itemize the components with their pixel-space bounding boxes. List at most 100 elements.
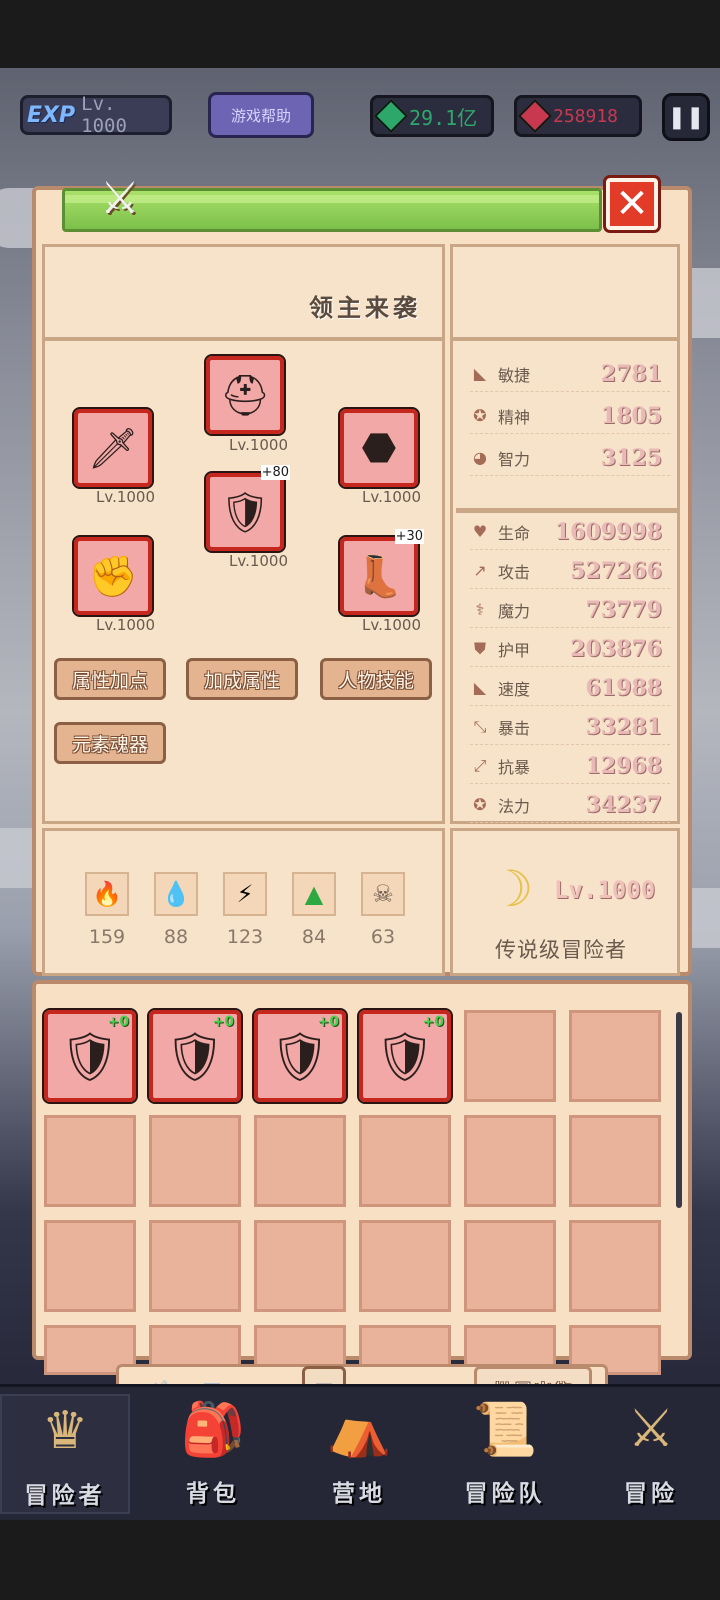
inventory-empty-slot[interactable]	[149, 1220, 241, 1312]
inventory-item[interactable]: 🛡 +0	[357, 1008, 453, 1104]
page-title: 领主来袭	[309, 294, 421, 322]
stat-row-hp: ♥ 生命 1609998	[470, 514, 670, 550]
item-enhance-level: +0	[422, 1014, 444, 1030]
exp-badge: EXP	[27, 102, 76, 128]
character-skills-button[interactable]: 人物技能	[320, 658, 432, 700]
adventurer-rank-icon: ☽	[488, 860, 534, 918]
fire-icon: 🔥	[85, 872, 129, 916]
stat-name: 暴击	[498, 718, 531, 738]
equip-slot-gloves[interactable]: ✊	[72, 535, 154, 617]
stat-name: 敏捷	[498, 365, 531, 385]
nav-backpack[interactable]: 🎒 背包	[148, 1394, 278, 1514]
inventory-empty-slot[interactable]	[569, 1010, 661, 1102]
backpack-icon: 🎒	[180, 1399, 246, 1460]
inventory-item[interactable]: 🛡 +0	[252, 1008, 348, 1104]
nav-label: 冒险者	[24, 1483, 106, 1509]
attribute-points-button[interactable]: 属性加点	[54, 658, 166, 700]
inventory-empty-slot[interactable]	[44, 1115, 136, 1207]
inventory-empty-slot[interactable]	[359, 1115, 451, 1207]
red-currency: 258918	[514, 95, 642, 137]
pause-button[interactable]: ❚❚	[662, 93, 710, 141]
inventory-empty-slot[interactable]	[254, 1220, 346, 1312]
inventory-item[interactable]: 🛡 +0	[147, 1008, 243, 1104]
inventory-empty-slot[interactable]	[464, 1220, 556, 1312]
inventory-empty-slot[interactable]	[569, 1220, 661, 1312]
stat-row-armor: ⛊ 护甲 203876	[470, 631, 670, 667]
equip-level: Lv.1000	[229, 436, 289, 454]
adventure-icon: ⚔	[627, 1399, 675, 1459]
stat-value: 34237	[585, 791, 662, 818]
green-gem-icon	[374, 99, 408, 133]
equip-slot-shield[interactable]: ⬣	[338, 407, 420, 489]
stat-name: 智力	[498, 449, 531, 469]
stat-row-magic: ⚕ 魔力 73779	[470, 592, 670, 628]
player-level: Lv. 1000	[81, 93, 127, 137]
game-help-button[interactable]: 游戏帮助	[208, 92, 314, 138]
equip-slot-helmet[interactable]: ⛑	[204, 354, 286, 436]
boots-icon: 👢	[354, 553, 404, 600]
stat-name: 生命	[498, 523, 531, 543]
inventory-scrollbar[interactable]	[676, 1012, 682, 1208]
equip-slot-armor[interactable]: 🛡 +80	[204, 465, 290, 553]
camp-icon: ⛺	[326, 1399, 392, 1460]
green-currency-value: 29.1亿	[409, 105, 478, 130]
boot-stat-icon: ◣	[473, 677, 487, 697]
item-enhance-level: +0	[317, 1014, 339, 1030]
stats-divider	[456, 508, 678, 513]
stat-name: 攻击	[498, 562, 531, 582]
item-enhance-level: +0	[212, 1014, 234, 1030]
wand-icon: ⚕	[475, 599, 485, 619]
inventory-item[interactable]: 🛡 +0	[42, 1008, 138, 1104]
pause-icon: ❚❚	[667, 104, 705, 130]
nav-label: 冒险队	[464, 1481, 546, 1507]
nav-team[interactable]: 📜 冒险队	[440, 1394, 570, 1514]
lightning-icon: ⚡	[223, 872, 267, 916]
stat-icon: ◕	[473, 447, 487, 467]
element-value: 159	[88, 926, 126, 948]
nav-label: 营地	[332, 1481, 386, 1507]
red-currency-value: 258918	[553, 105, 619, 127]
inventory-empty-slot[interactable]	[569, 1115, 661, 1207]
close-button[interactable]: ✕	[603, 175, 661, 233]
inventory-empty-slot[interactable]	[149, 1115, 241, 1207]
stat-name: 抗暴	[498, 757, 531, 777]
bottom-black-bar	[0, 1520, 720, 1600]
gloves-icon: ✊	[88, 553, 138, 600]
sword-icon: 🗡	[87, 425, 139, 472]
inventory-empty-slot[interactable]	[464, 1010, 556, 1102]
nav-adventure[interactable]: ⚔ 冒险	[586, 1394, 716, 1514]
crossed-swords-icon: ⚔	[100, 172, 140, 224]
inventory-empty-slot[interactable]	[254, 1115, 346, 1207]
stat-value: 2781	[600, 360, 662, 387]
equip-level: Lv.1000	[362, 488, 422, 506]
enhance-level: +30	[394, 529, 424, 544]
game-screen: EXP Lv. 1000 游戏帮助 29.1亿 258918 ❚❚ ⚔ ✕ 领主…	[0, 0, 720, 1600]
equip-slot-weapon[interactable]: 🗡	[72, 407, 154, 489]
stat-row-spirit: ✪ 精神 1805	[470, 398, 670, 434]
element-value: 84	[301, 926, 327, 948]
nav-adventurer[interactable]: ♛ 冒险者	[0, 1394, 130, 1514]
top-black-bar	[0, 0, 720, 68]
element-soul-button[interactable]: 元素魂器	[54, 722, 166, 764]
earth-icon: ▲	[292, 872, 336, 916]
stat-name: 精神	[498, 407, 531, 427]
inventory-empty-slot[interactable]	[359, 1220, 451, 1312]
crit-resist-icon: ⤢	[473, 755, 487, 775]
heart-icon: ♥	[472, 521, 488, 541]
equip-slot-boots[interactable]: 👢 +30	[338, 529, 424, 617]
stat-value: 12968	[585, 752, 662, 779]
stat-value: 1609998	[554, 518, 662, 545]
stat-row-agility: ◣ 敏捷 2781	[470, 356, 670, 392]
stat-row-crit: ⤡ 暴击 33281	[470, 709, 670, 745]
inventory-empty-slot[interactable]	[464, 1115, 556, 1207]
nav-camp[interactable]: ⛺ 营地	[294, 1394, 424, 1514]
green-currency: 29.1亿	[370, 95, 494, 137]
bonus-attributes-button[interactable]: 加成属性	[186, 658, 298, 700]
stat-value: 3125	[600, 444, 662, 471]
equip-level: Lv.1000	[362, 616, 422, 634]
stat-value: 73779	[585, 596, 662, 623]
inventory-empty-slot[interactable]	[44, 1220, 136, 1312]
stat-value: 527266	[570, 557, 662, 584]
mana-icon: ✪	[473, 794, 487, 814]
nav-label: 背包	[186, 1481, 240, 1507]
